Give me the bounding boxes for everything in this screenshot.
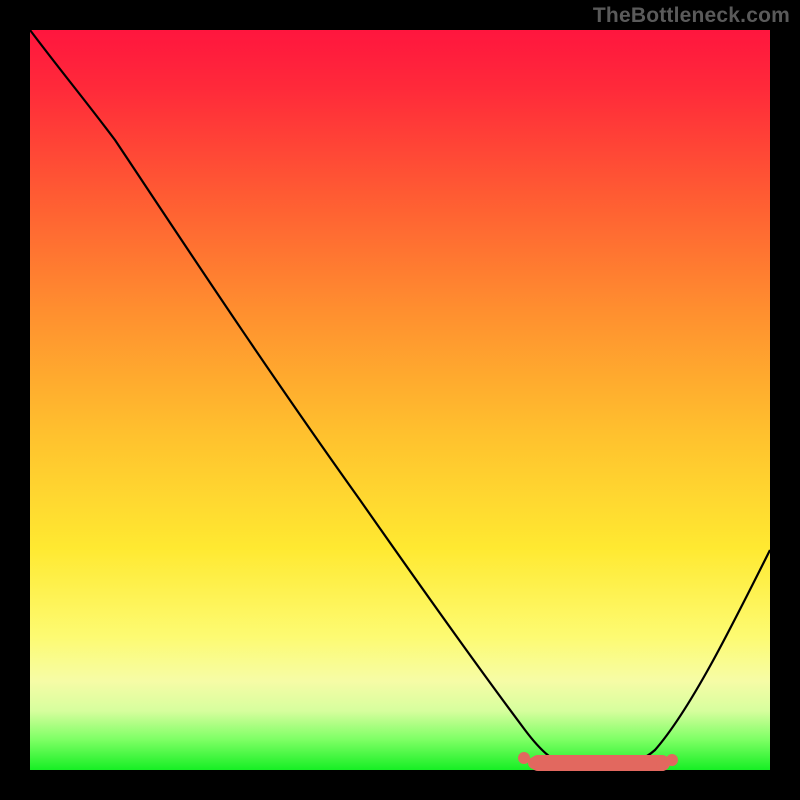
plot-area bbox=[30, 30, 770, 770]
curve-svg bbox=[30, 30, 770, 770]
optimal-range-dot-left-2 bbox=[528, 757, 540, 769]
watermark-text: TheBottleneck.com bbox=[593, 4, 790, 28]
bottleneck-curve-path bbox=[30, 30, 770, 769]
optimal-range-marker bbox=[530, 755, 670, 771]
chart-frame: TheBottleneck.com bbox=[0, 0, 800, 800]
optimal-range-dot-right-2 bbox=[656, 759, 668, 771]
